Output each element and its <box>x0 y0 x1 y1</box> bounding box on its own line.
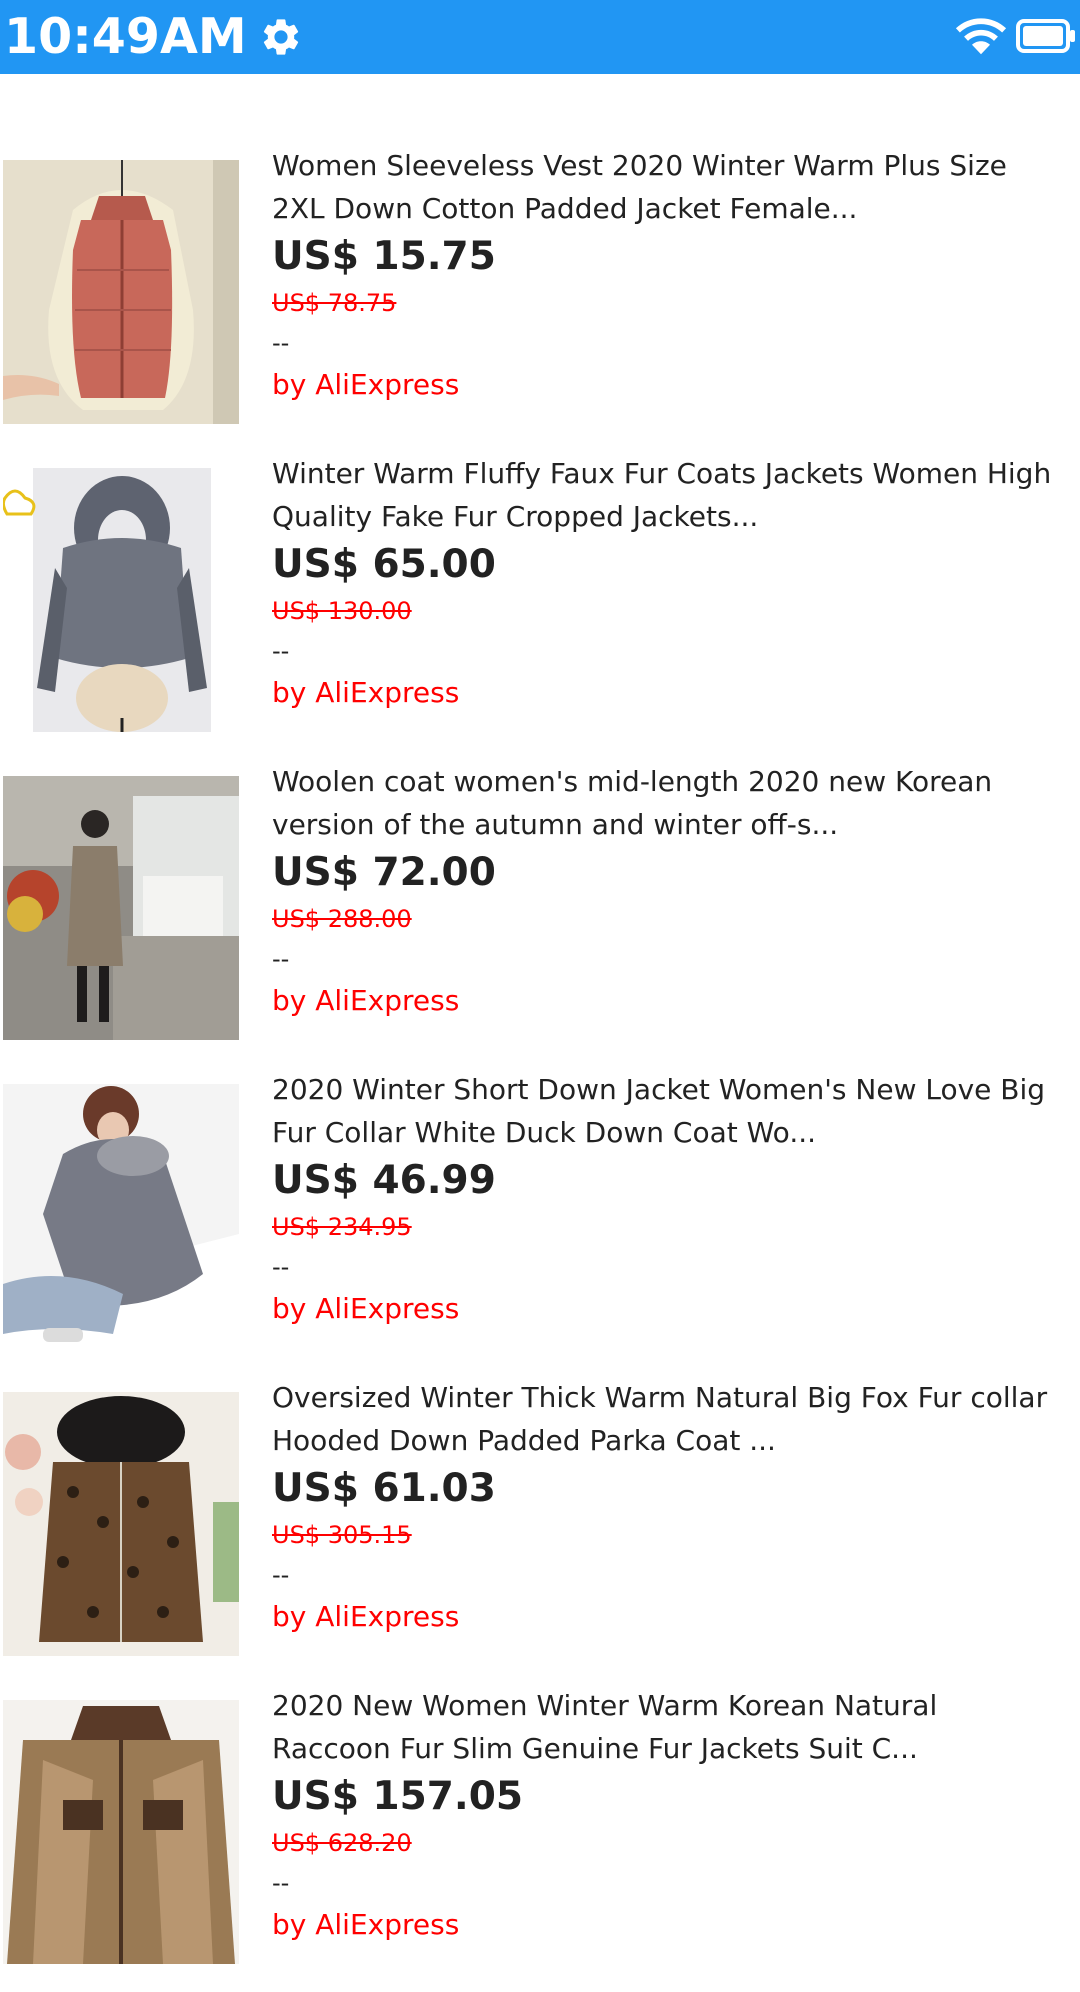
product-title-line2[interactable]: Quality Fake Fur Cropped Jackets... <box>272 495 1078 538</box>
battery-icon <box>1016 19 1075 53</box>
product-title[interactable]: Woolen coat women's mid-length 2020 new … <box>272 760 1078 803</box>
product-image[interactable] <box>3 776 239 1040</box>
product-rating: -- <box>272 329 290 357</box>
product-price: US$ 157.05 <box>272 1774 523 1819</box>
product-rating: -- <box>272 637 290 665</box>
product-title-line2[interactable]: Raccoon Fur Slim Genuine Fur Jackets Sui… <box>272 1727 1078 1770</box>
product-image[interactable] <box>3 468 239 732</box>
product-title-line2[interactable]: Hooded Down Padded Parka Coat ... <box>272 1419 1078 1462</box>
product-seller[interactable]: by AliExpress <box>272 1902 1078 1948</box>
product-title-line2[interactable]: 2XL Down Cotton Padded Jacket Female... <box>272 187 1078 230</box>
product-price: US$ 65.00 <box>272 542 496 587</box>
product-list: Women Sleeveless Vest 2020 Winter Warm P… <box>0 144 1080 1992</box>
product-item[interactable]: 2020 Winter Short Down Jacket Women's Ne… <box>0 1068 1080 1376</box>
product-original-price: US$ 130.00 <box>272 597 412 625</box>
product-rating: -- <box>272 945 290 973</box>
product-price: US$ 61.03 <box>272 1466 496 1511</box>
product-original-price: US$ 234.95 <box>272 1213 412 1241</box>
product-title[interactable]: 2020 Winter Short Down Jacket Women's Ne… <box>272 1068 1078 1111</box>
product-image[interactable] <box>3 1084 239 1348</box>
product-image[interactable] <box>3 160 239 424</box>
gear-icon <box>263 19 298 55</box>
product-rating: -- <box>272 1253 290 1281</box>
product-seller[interactable]: by AliExpress <box>272 362 1078 408</box>
product-title[interactable]: Winter Warm Fluffy Faux Fur Coats Jacket… <box>272 452 1078 495</box>
product-title[interactable]: Women Sleeveless Vest 2020 Winter Warm P… <box>272 144 1078 187</box>
wifi-icon <box>955 18 1007 55</box>
product-price: US$ 72.00 <box>272 850 496 895</box>
status-icons <box>954 14 1076 58</box>
product-seller[interactable]: by AliExpress <box>272 978 1078 1024</box>
product-price: US$ 15.75 <box>272 234 496 279</box>
status-time: 10:49AM <box>4 8 247 65</box>
product-title[interactable]: Oversized Winter Thick Warm Natural Big … <box>272 1376 1078 1419</box>
product-seller[interactable]: by AliExpress <box>272 670 1078 716</box>
product-item[interactable]: Oversized Winter Thick Warm Natural Big … <box>0 1376 1080 1684</box>
product-item[interactable]: Women Sleeveless Vest 2020 Winter Warm P… <box>0 144 1080 452</box>
product-seller[interactable]: by AliExpress <box>272 1286 1078 1332</box>
product-item[interactable]: 2020 New Women Winter Warm Korean Natura… <box>0 1684 1080 1992</box>
product-rating: -- <box>272 1561 290 1589</box>
product-item[interactable]: Woolen coat women's mid-length 2020 new … <box>0 760 1080 1068</box>
product-item[interactable]: Winter Warm Fluffy Faux Fur Coats Jacket… <box>0 452 1080 760</box>
product-price: US$ 46.99 <box>272 1158 496 1203</box>
product-title[interactable]: 2020 New Women Winter Warm Korean Natura… <box>272 1684 1078 1727</box>
product-image[interactable] <box>3 1392 239 1656</box>
product-original-price: US$ 628.20 <box>272 1829 412 1857</box>
product-original-price: US$ 288.00 <box>272 905 412 933</box>
status-bar: 10:49AM <box>0 0 1080 74</box>
product-original-price: US$ 305.15 <box>272 1521 412 1549</box>
product-rating: -- <box>272 1869 290 1897</box>
product-title-line2[interactable]: Fur Collar White Duck Down Coat Wo... <box>272 1111 1078 1154</box>
product-seller[interactable]: by AliExpress <box>272 1594 1078 1640</box>
product-title-line2[interactable]: version of the autumn and winter off-s..… <box>272 803 1078 846</box>
product-original-price: US$ 78.75 <box>272 289 397 317</box>
product-image[interactable] <box>3 1700 239 1964</box>
